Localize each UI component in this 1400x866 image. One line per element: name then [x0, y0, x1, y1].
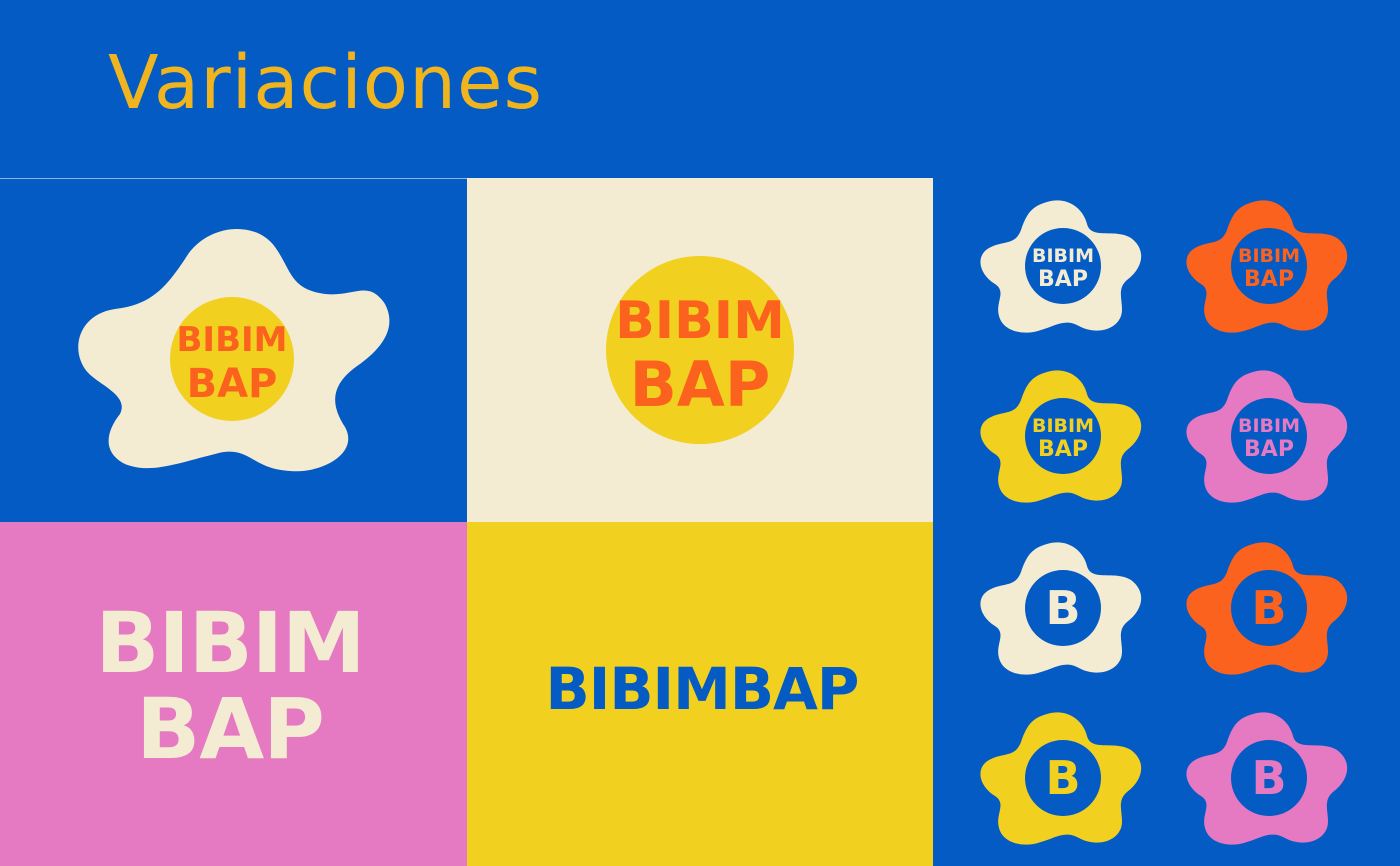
mini-egg-logo: BIBIMBAP — [980, 200, 1142, 333]
yolk-logo: BIBIM BAP — [606, 256, 794, 444]
logo-variant-2: BIBIM BAP — [1181, 194, 1361, 344]
logo-line2: BAP — [1038, 437, 1088, 462]
monogram-letter: B — [1251, 751, 1286, 805]
logo-line1: BIBIM — [177, 320, 288, 360]
stacked-wordmark: BIBIM BAP — [60, 601, 400, 778]
logo-line2: BAP — [1244, 437, 1294, 462]
logo-line1: BIBIM — [1238, 415, 1300, 437]
egg-logo-panel-blue: BIBIM BAP — [0, 178, 467, 522]
logo-line1: BIBIM — [1032, 415, 1094, 437]
logo-variant-1: BIBIM BAP — [975, 194, 1155, 344]
logo-variant-8: B — [1181, 706, 1361, 856]
logo-line2: BAP — [630, 348, 771, 421]
logo-variant-7: B — [975, 706, 1155, 856]
logo-variant-6: B — [1181, 536, 1361, 686]
logo-variant-3: BIBIM BAP — [975, 364, 1155, 514]
variations-board: Variaciones BIBIM BAP BIBIM BAP BIBIM BA… — [0, 0, 1400, 866]
mini-egg-logo: B — [1186, 712, 1348, 845]
mini-egg-logo: B — [980, 712, 1142, 845]
fried-egg-logo: BIBIM BAP — [78, 228, 390, 472]
logo-line1: BIBIM — [1238, 245, 1300, 267]
mini-egg-logo: BIBIMBAP — [1186, 200, 1348, 333]
mini-egg-logo: B — [1186, 542, 1348, 675]
stacked-wordmark-panel-pink: BIBIM BAP — [0, 522, 467, 866]
logo-variant-4: BIBIM BAP — [1181, 364, 1361, 514]
page-title: Variaciones — [108, 40, 544, 126]
horizontal-wordmark: BIBIMBAP — [545, 655, 860, 723]
logo-line1: BIBIM — [1032, 245, 1094, 267]
monogram-letter: B — [1251, 581, 1286, 635]
color-variants-grid: BIBIM BAP BIBIM BAP BIBIM BAP BIBIM BAP B B B B — [933, 178, 1400, 866]
mini-egg-logo: BIBIMBAP — [1186, 370, 1348, 503]
wordmark-line1: BIBIM — [95, 594, 365, 692]
logo-variant-5: B — [975, 536, 1155, 686]
logo-line2: BAP — [187, 361, 278, 407]
wordmark-line2: BAP — [136, 679, 325, 778]
monogram-letter: B — [1045, 581, 1080, 635]
monogram-letter: B — [1045, 751, 1080, 805]
logo-line1: BIBIM — [615, 291, 785, 351]
horizontal-wordmark-panel-yellow: BIBIMBAP — [467, 522, 933, 866]
logo-line2: BAP — [1038, 267, 1088, 292]
logo-line2: BAP — [1244, 267, 1294, 292]
mini-egg-logo: BIBIMBAP — [980, 370, 1142, 503]
mini-egg-logo: B — [980, 542, 1142, 675]
yolk-logo-panel-cream: BIBIM BAP — [467, 178, 933, 522]
